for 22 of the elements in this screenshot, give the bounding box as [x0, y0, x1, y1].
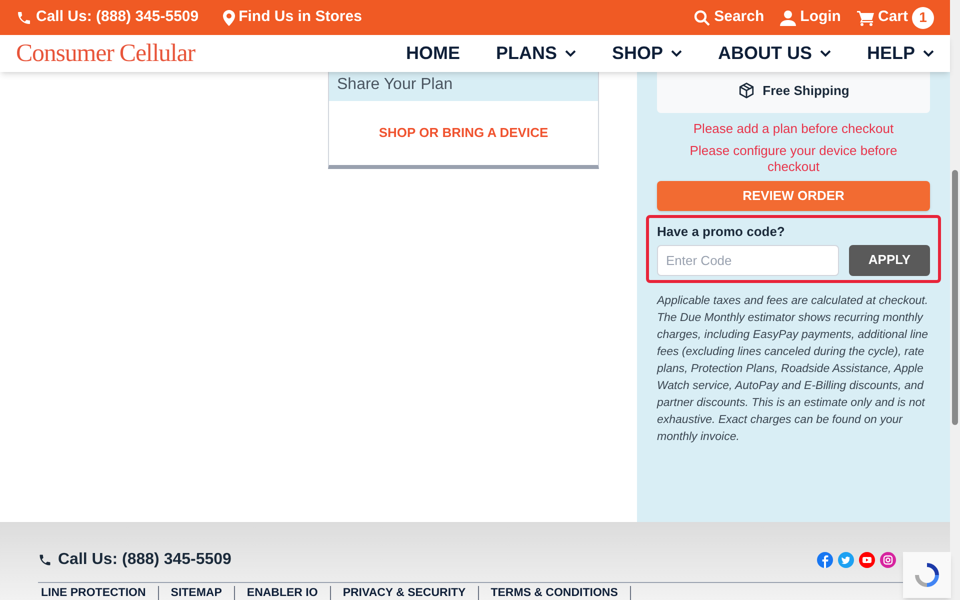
promo-label: Have a promo code?: [657, 223, 786, 241]
footer-phone[interactable]: Call Us: (888) 345-5509: [58, 548, 232, 572]
disclaimer-text: The Due Monthly estimator shows recurring monthly charges, including EasyPay payments, additional line fees (excluding lines canceled during the cycle), rate plans, Protection Plans, Roadside Assistance, Apple Watch service, AutoPay and E-Billing discounts, and partner discounts. This is an estimate only and is not exhaustive. Exact charges can be found on your monthly invoice.: [657, 310, 930, 444]
footer-link[interactable]: SITEMAP: [158, 586, 235, 600]
logo[interactable]: Consumer Cellular: [16, 34, 195, 72]
error-message: Please configure your device before checkout: [688, 143, 898, 175]
footer-link[interactable]: PRIVACY & SECURITY: [330, 586, 479, 600]
shop-device-link[interactable]: SHOP OR BRING A DEVICE: [378, 123, 548, 143]
error-message: Please add a plan before checkout: [692, 121, 895, 137]
nav-menu-item[interactable]: SHOP: [612, 40, 682, 67]
apply-button[interactable]: APPLY: [849, 244, 930, 276]
footer-link[interactable]: ENABLER IO: [234, 586, 331, 600]
nav-menu-item[interactable]: ABOUT US: [718, 40, 831, 67]
disclaimer-text: Applicable taxes and fees are calculated at checkout.: [657, 294, 930, 308]
cart-count-badge: 1: [912, 6, 934, 28]
nav-menu-item[interactable]: HOME: [406, 40, 460, 67]
footer-link[interactable]: TERMS & CONDITIONS: [478, 586, 631, 600]
promo-code-input[interactable]: Enter Code: [657, 244, 839, 276]
shipping-label: Free Shipping: [762, 82, 850, 100]
nav-menu-item[interactable]: PLANS: [496, 40, 576, 67]
nav-menu-item[interactable]: HELP: [866, 40, 934, 67]
footer-link[interactable]: LINE PROTECTION: [38, 586, 159, 600]
